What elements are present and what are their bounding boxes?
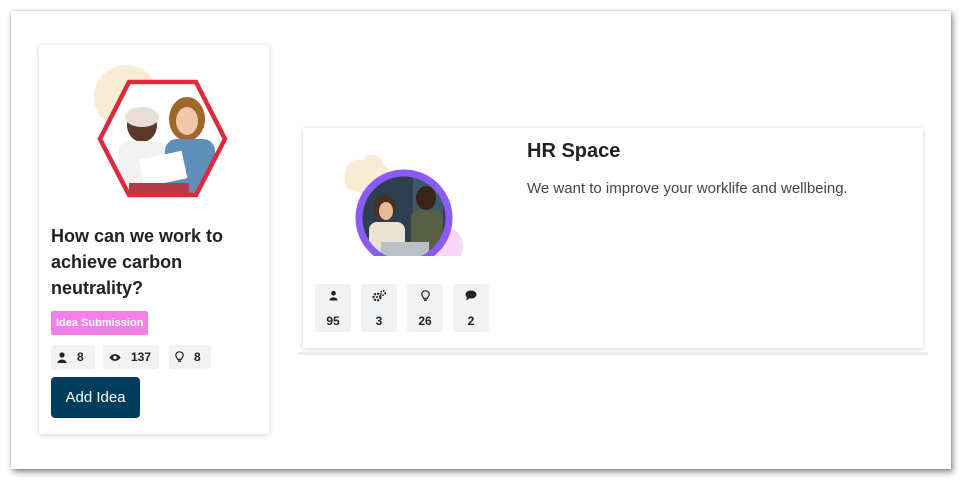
lightbulb-icon [175, 351, 184, 362]
eye-icon [109, 353, 121, 361]
space-stat-members-value: 95 [326, 314, 340, 328]
stat-views-value: 137 [131, 350, 152, 364]
stat-members-value: 8 [77, 350, 84, 364]
space-stat-members: 95 [315, 284, 351, 332]
stat-ideas: 8 [169, 345, 211, 369]
space-card[interactable]: HR Space We want to improve your worklif… [303, 128, 923, 348]
add-idea-button[interactable]: Add Idea [51, 377, 140, 418]
stat-views: 137 [103, 345, 159, 369]
space-description: We want to improve your worklife and wel… [527, 180, 848, 197]
space-stat-workflows-value: 3 [375, 314, 383, 328]
space-stat-ideas-value: 26 [418, 314, 432, 328]
space-stat-comments: 2 [453, 284, 489, 332]
space-stat-workflows: 3 [361, 284, 397, 332]
space-image [344, 154, 463, 256]
user-icon [328, 290, 338, 301]
stat-members: 8 [51, 345, 95, 369]
gears-icon [372, 290, 386, 302]
idea-title[interactable]: How can we work to achieve carbon neutra… [51, 223, 251, 301]
idea-submission-badge: Idea Submission [51, 311, 149, 335]
lightbulb-icon [420, 290, 430, 301]
idea-image [94, 65, 228, 198]
space-stat-comments-value: 2 [467, 314, 475, 328]
user-icon [57, 351, 67, 363]
space-title[interactable]: HR Space [527, 140, 620, 163]
space-card-divider [298, 352, 928, 355]
space-stat-ideas: 26 [407, 284, 443, 332]
idea-card[interactable]: How can we work to achieve carbon neutra… [39, 45, 269, 434]
comment-icon [465, 290, 477, 301]
stat-ideas-value: 8 [194, 350, 201, 364]
